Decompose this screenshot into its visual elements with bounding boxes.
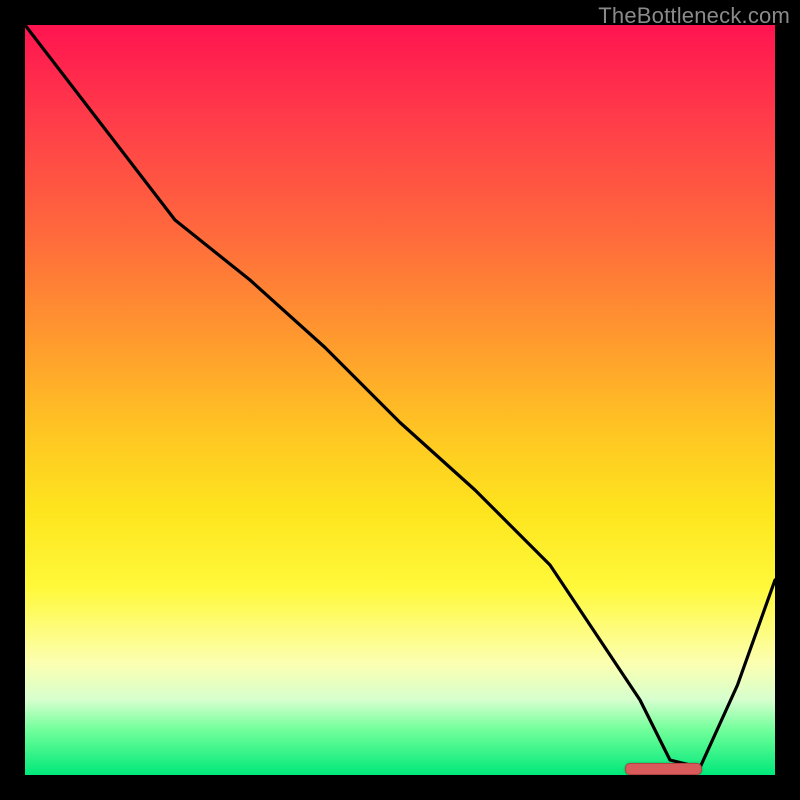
optimal-range-marker	[625, 763, 702, 775]
curve-path	[25, 25, 775, 768]
chart-frame: TheBottleneck.com	[0, 0, 800, 800]
bottleneck-curve	[25, 25, 775, 775]
plot-area	[25, 25, 775, 775]
